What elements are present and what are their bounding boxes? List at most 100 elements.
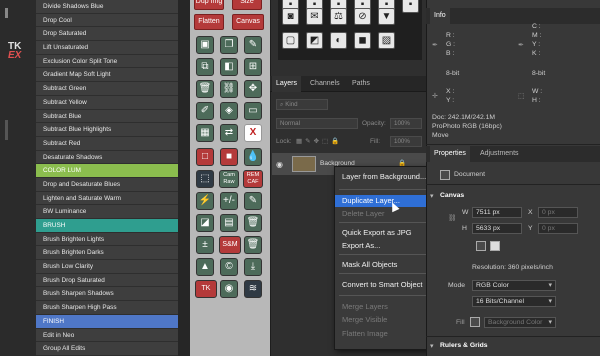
action-item[interactable]: Divide Shadows Blue bbox=[36, 0, 178, 14]
tab-layers[interactable]: Layers bbox=[272, 76, 302, 92]
blend-mode-select[interactable]: Normal bbox=[276, 118, 358, 129]
action-item[interactable]: BW Luminance bbox=[36, 205, 178, 219]
mask-icon[interactable]: ◧ bbox=[220, 58, 238, 76]
dup-img-button[interactable]: Dup Img bbox=[194, 0, 224, 10]
drop-icon[interactable]: 💧 bbox=[244, 148, 262, 166]
action-set-header[interactable]: BRUSH bbox=[36, 219, 178, 233]
square-outline-icon[interactable]: □ bbox=[196, 148, 214, 166]
action-item[interactable]: Subtract Red bbox=[36, 136, 178, 151]
mode-select[interactable]: RGB Color bbox=[472, 280, 556, 291]
lightning-icon[interactable]: ⚡ bbox=[196, 192, 214, 210]
action-item[interactable]: Drop and Desaturate Blues bbox=[36, 177, 178, 192]
copyright-icon[interactable]: © bbox=[220, 258, 238, 276]
fill-select[interactable]: Background Color bbox=[484, 317, 556, 328]
triangle-down-icon[interactable]: ▼ bbox=[378, 8, 395, 25]
menu-item[interactable]: Convert to Smart Object bbox=[335, 279, 439, 291]
strip-scrollbar[interactable] bbox=[5, 120, 8, 140]
merge-icon[interactable]: ⊞ bbox=[244, 58, 262, 76]
action-set-header[interactable]: COLOR LUM bbox=[36, 164, 178, 178]
tk-menu-button[interactable]: TK bbox=[195, 280, 217, 298]
flatten-button[interactable]: Flatten bbox=[194, 14, 224, 30]
action-item[interactable]: Subtract Blue Highlights bbox=[36, 123, 178, 137]
menu-item[interactable]: Export As... bbox=[335, 240, 439, 252]
menu-item[interactable]: Mask All Objects bbox=[335, 259, 439, 271]
trash-small-icon[interactable]: 🗑 bbox=[244, 236, 262, 254]
action-item[interactable]: Brush Sharpen High Pass bbox=[36, 301, 178, 315]
sam-button[interactable]: S&M bbox=[219, 236, 241, 254]
triangle-icon[interactable]: ▲ bbox=[196, 258, 214, 276]
canvas-chevron-icon[interactable]: ▾ bbox=[430, 192, 434, 200]
plus-minus-num-button[interactable]: ± bbox=[196, 236, 214, 254]
swap-icon[interactable]: ⇄ bbox=[220, 124, 238, 142]
action-item[interactable]: Drop Cool bbox=[36, 13, 178, 28]
width-field[interactable]: 7511 px bbox=[472, 207, 522, 218]
action-item[interactable]: Subtract Yellow bbox=[36, 95, 178, 110]
close-x-button[interactable]: X bbox=[244, 124, 262, 142]
menu-item[interactable]: Layer from Background... bbox=[335, 171, 439, 183]
action-item[interactable]: Subtract Green bbox=[36, 82, 178, 96]
image-copy-icon[interactable]: ❐ bbox=[220, 36, 238, 54]
levels-icon[interactable]: ▤ bbox=[220, 214, 238, 232]
action-item[interactable]: Exclusion Color Split Tone bbox=[36, 54, 178, 69]
action-item[interactable]: Desaturate Shadows bbox=[36, 150, 178, 165]
tile-6-icon[interactable]: ▪ bbox=[402, 0, 419, 13]
canvas-button[interactable]: Canvas bbox=[232, 14, 264, 30]
action-set-header[interactable]: FINISH bbox=[36, 314, 178, 329]
strip-handle[interactable] bbox=[5, 8, 8, 18]
action-item[interactable]: Brush Brighten Lights bbox=[36, 232, 178, 247]
stack-icon[interactable]: ⧉ bbox=[196, 58, 214, 76]
cancel-icon[interactable]: ⊘ bbox=[354, 8, 371, 25]
download-icon[interactable]: ⤓ bbox=[244, 258, 262, 276]
fill-field[interactable]: 100% bbox=[390, 136, 422, 147]
plus-minus-button[interactable]: +/- bbox=[220, 192, 238, 210]
camera-icon[interactable]: ◙ bbox=[282, 8, 299, 25]
tab-channels[interactable]: Channels bbox=[310, 76, 340, 92]
scales-icon[interactable]: ⚖ bbox=[330, 8, 347, 25]
menu-item[interactable]: Quick Export as JPG bbox=[335, 227, 439, 239]
tab-adjustments[interactable]: Adjustments bbox=[476, 146, 523, 162]
layers-stack-icon[interactable]: ≋ bbox=[244, 280, 262, 298]
link-icon[interactable]: ⛓ bbox=[220, 80, 238, 98]
frame-icon[interactable]: ▢ bbox=[282, 32, 299, 49]
action-item[interactable]: Lighten and Saturate Warm bbox=[36, 191, 178, 206]
tab-info[interactable]: Info bbox=[430, 8, 450, 24]
action-item[interactable]: Lift Unsaturated bbox=[36, 41, 178, 55]
square-fill-icon[interactable]: ■ bbox=[220, 148, 238, 166]
action-item[interactable]: Brush Sharpen Shadows bbox=[36, 287, 178, 302]
x-field[interactable]: 0 px bbox=[538, 207, 578, 218]
tab-properties[interactable]: Properties bbox=[430, 146, 470, 162]
half-square-icon[interactable]: ◩ bbox=[306, 32, 323, 49]
tag-icon[interactable]: ◈ bbox=[220, 102, 238, 120]
size-button[interactable]: Size bbox=[232, 0, 262, 10]
circle-contrast-icon[interactable]: ◐ bbox=[330, 32, 347, 49]
cam-raw-button[interactable]: Cam Raw bbox=[219, 170, 239, 188]
action-item[interactable]: Brush Low Clarity bbox=[36, 260, 178, 274]
gradient-icon[interactable]: ◪ bbox=[196, 214, 214, 232]
tab-paths[interactable]: Paths bbox=[352, 76, 370, 92]
brush-icon[interactable]: ✎ bbox=[244, 192, 262, 210]
action-item[interactable]: Brush Brighten Darks bbox=[36, 246, 178, 261]
height-field[interactable]: 5633 px bbox=[472, 223, 522, 234]
action-item[interactable]: Gradient Map Soft Light bbox=[36, 68, 178, 83]
action-item[interactable]: Edit in Neo bbox=[36, 328, 178, 343]
marquee-icon[interactable]: ⬚ bbox=[196, 170, 214, 188]
delete-icon[interactable]: 🗑 bbox=[196, 80, 214, 98]
dark-square-icon[interactable]: ◼ bbox=[354, 32, 371, 49]
y-field[interactable]: 0 px bbox=[538, 223, 578, 234]
landscape-orientation-icon[interactable] bbox=[490, 241, 500, 251]
envelope-icon[interactable]: ✉ bbox=[306, 8, 323, 25]
crop-icon[interactable]: ▣ bbox=[196, 36, 214, 54]
action-item[interactable]: Brush Drop Saturated bbox=[36, 273, 178, 288]
fill-swatch[interactable] bbox=[470, 317, 480, 327]
portrait-orientation-icon[interactable] bbox=[476, 241, 486, 251]
tkex-logo[interactable]: TK EX bbox=[8, 42, 21, 61]
calculator-icon[interactable]: ▦ bbox=[196, 124, 214, 142]
opacity-field[interactable]: 100% bbox=[390, 118, 422, 129]
trash-icon[interactable]: 🗑 bbox=[244, 214, 262, 232]
eye-icon[interactable]: ◉ bbox=[220, 280, 238, 298]
action-item[interactable]: Drop Saturated bbox=[36, 27, 178, 42]
rulers-chevron-icon[interactable]: ▾ bbox=[430, 342, 434, 350]
layer-edit-icon[interactable]: ✎ bbox=[244, 36, 262, 54]
visibility-eye-icon[interactable]: ◉ bbox=[276, 160, 283, 169]
gradient-square-icon[interactable]: ▨ bbox=[378, 32, 395, 49]
